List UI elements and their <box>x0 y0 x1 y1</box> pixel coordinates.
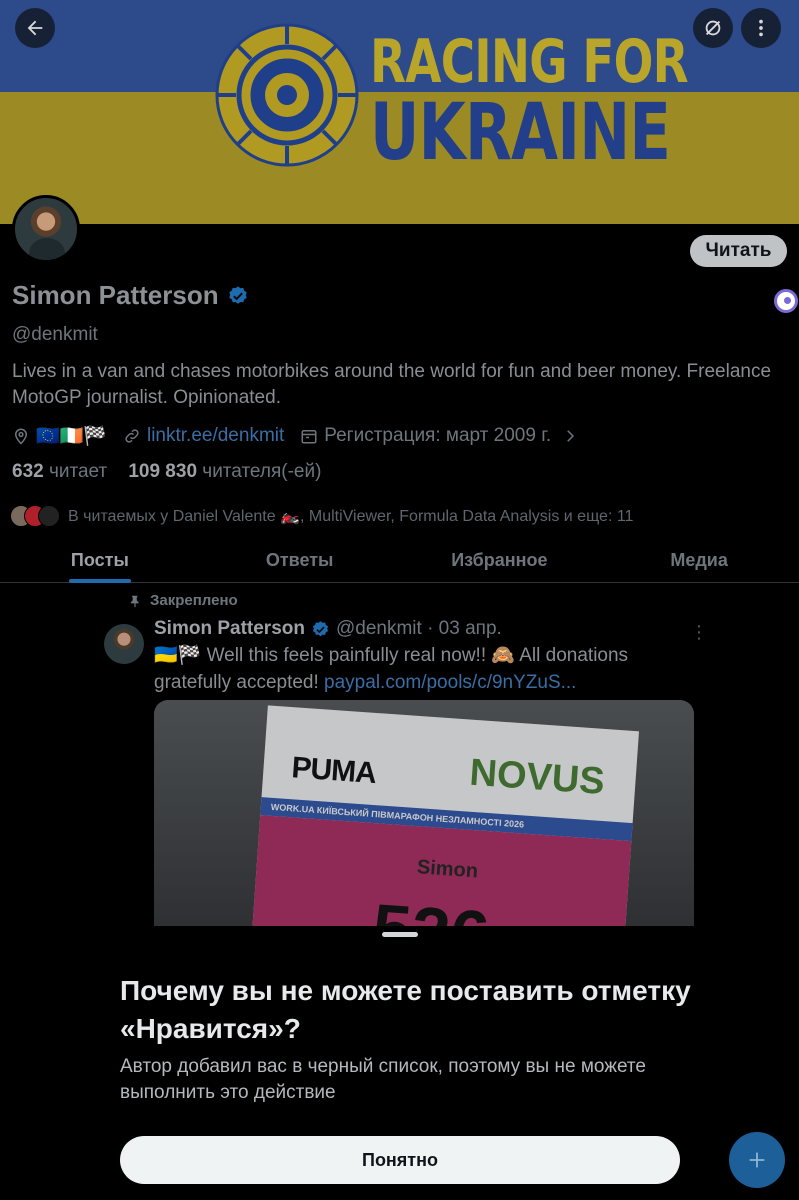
compose-button[interactable] <box>729 1132 785 1188</box>
got-it-button[interactable]: Понятно <box>120 1136 680 1184</box>
plus-icon <box>749 1152 765 1168</box>
bib-name: Simon <box>416 856 479 883</box>
location-icon <box>14 428 28 445</box>
pinned-label: Закреплено <box>150 592 238 609</box>
banner-title-line-2: UKRAINE <box>370 88 671 178</box>
back-button[interactable] <box>15 8 55 48</box>
follower-avatar <box>38 505 60 527</box>
followed-by-row[interactable]: В читаемых у Daniel Valente 🏍️, MultiVie… <box>10 505 633 527</box>
post-link[interactable]: paypal.com/pools/c/9nYZuS... <box>324 672 576 693</box>
profile-location: 🇪🇺🇮🇪🏁 <box>36 426 107 447</box>
tab-likes[interactable]: Избранное <box>400 541 600 582</box>
profile-tabs: Посты Ответы Избранное Медиа <box>0 541 799 583</box>
follow-button[interactable]: Читать <box>690 235 787 267</box>
following-count[interactable]: 632 читает <box>12 461 107 482</box>
calendar-icon <box>301 430 317 444</box>
tab-media[interactable]: Медиа <box>599 541 799 582</box>
profile-avatar[interactable] <box>12 195 80 263</box>
profile-website-link[interactable]: linktr.ee/denkmit <box>147 425 284 447</box>
no-notifications-icon <box>705 20 721 36</box>
sheet-body: Автор добавил вас в черный список, поэто… <box>120 1056 646 1103</box>
sun-wheel-logo <box>215 23 359 167</box>
profile-name-text: Simon Patterson <box>12 280 219 310</box>
banner-title: RACING FOR UKRAINE <box>370 27 689 178</box>
bib-brand-left: PUMA <box>290 751 377 791</box>
floating-assistant-dot[interactable] <box>774 289 798 313</box>
post-media-image[interactable]: PUMA NOVUS WORK.UA КИЇВСЬКИЙ ПІВМАРАФОН … <box>154 700 694 926</box>
profile-handle: @denkmit <box>12 324 98 345</box>
tab-posts[interactable]: Посты <box>0 541 200 583</box>
sheet-title: Почему вы не можете поставить отметку «Н… <box>120 975 691 1044</box>
race-bib: PUMA NOVUS WORK.UA КИЇВСЬКИЙ ПІВМАРАФОН … <box>246 705 640 926</box>
post-more-icon[interactable]: ⋮ <box>690 622 708 643</box>
banner-title-line-1: RACING FOR <box>370 27 689 97</box>
verified-badge-icon <box>228 285 247 304</box>
notifications-toggle-button[interactable] <box>693 8 733 48</box>
followed-by-text: В читаемых у Daniel Valente 🏍️, MultiVie… <box>68 508 634 525</box>
pinned-indicator: Закреплено <box>128 592 238 609</box>
profile-bio: Lives in a van and chases motorbikes aro… <box>12 361 772 408</box>
post-author-avatar[interactable] <box>104 624 144 664</box>
arrow-left-icon <box>27 20 43 36</box>
link-icon <box>125 429 139 443</box>
post-text: 🇺🇦🏁 Well this feels painfully real now!!… <box>154 642 694 696</box>
followers-count[interactable]: 109 830 читателя(-ей) <box>128 461 321 482</box>
profile-name: Simon Patterson <box>12 280 249 311</box>
profile-joined-date: Регистрация: март 2009 г. <box>324 425 552 446</box>
profile-banner[interactable]: RACING FOR UKRAINE <box>0 0 799 224</box>
verified-badge-icon <box>312 620 329 636</box>
more-button[interactable] <box>741 8 781 48</box>
tab-replies[interactable]: Ответы <box>200 541 400 582</box>
sheet-grabber[interactable] <box>382 932 418 937</box>
follow-counts: 632 читает 109 830 читателя(-ей) <box>12 461 321 483</box>
more-vertical-icon <box>759 19 763 37</box>
post-author-name[interactable]: Simon Patterson <box>154 618 305 640</box>
profile-meta: 🇪🇺🇮🇪🏁 linktr.ee/denkmit Регистрация: мар… <box>12 424 585 448</box>
bib-brand-right: NOVUS <box>468 751 606 804</box>
post-handle-date: @denkmit · 03 апр. <box>335 618 502 639</box>
chevron-right-icon[interactable] <box>561 427 579 445</box>
pin-icon <box>130 595 139 607</box>
post-header: Simon Patterson @denkmit · 03 апр. <box>154 618 502 640</box>
